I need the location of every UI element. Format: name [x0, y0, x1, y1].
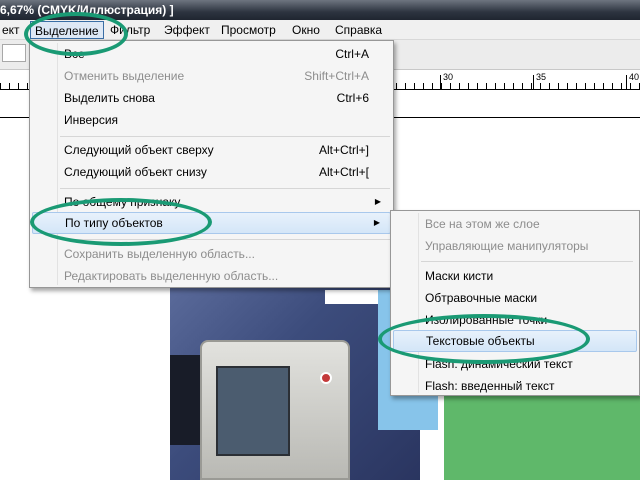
- menu-item-inverse[interactable]: Инверсия: [32, 109, 391, 131]
- menu-item-shortcut: Alt+Ctrl+[: [318, 165, 369, 179]
- annotation-ring-text-objects: [378, 314, 590, 364]
- selection-menu: Все Ctrl+A Отменить выделение Shift+Ctrl…: [29, 40, 394, 288]
- artwork-white-rect[interactable]: [325, 290, 378, 304]
- submenu-arrow-icon: ▶: [373, 218, 380, 227]
- submenu-item-flash-input-text[interactable]: Flash: введенный текст: [393, 375, 637, 397]
- menu-item-shortcut: Ctrl+A: [335, 47, 369, 61]
- annotation-ring-selection-menu: [24, 12, 128, 56]
- menu-item-label: Flash: введенный текст: [425, 379, 555, 393]
- menu-item-label: Управляющие манипуляторы: [425, 239, 589, 253]
- menu-item-shortcut: Ctrl+6: [336, 91, 369, 105]
- menu-item-next-object-below[interactable]: Следующий объект снизу Alt+Ctrl+[: [32, 161, 391, 183]
- ruler-major-tick: [440, 75, 441, 89]
- submenu-item-brush-masks[interactable]: Маски кисти: [393, 265, 637, 287]
- menu-window[interactable]: Окно: [288, 20, 324, 40]
- menu-item-deselect[interactable]: Отменить выделение Shift+Ctrl+A: [32, 65, 391, 87]
- object-type-submenu: Все на этом же слое Управляющие манипуля…: [390, 210, 640, 396]
- toolbar-field[interactable]: [2, 44, 26, 62]
- menu-item-reselect[interactable]: Выделить снова Ctrl+6: [32, 87, 391, 109]
- menu-item-label: Инверсия: [64, 113, 119, 127]
- menu-item-next-object-above[interactable]: Следующий объект сверху Alt+Ctrl+]: [32, 139, 391, 161]
- ruler-label: 30: [443, 72, 454, 82]
- menu-item-label: Следующий объект снизу: [64, 165, 207, 179]
- monitor-image: [200, 340, 350, 480]
- menu-item-label: Выделить снова: [64, 91, 155, 105]
- submenu-item-clipping-masks[interactable]: Обтравочные маски: [393, 287, 637, 309]
- menu-separator: [60, 188, 390, 189]
- menu-help[interactable]: Справка: [331, 20, 386, 40]
- ruler-major-tick: [533, 75, 534, 89]
- menu-item-label: Редактировать выделенную область...: [64, 269, 279, 283]
- ruler-label: 35: [536, 72, 547, 82]
- submenu-arrow-icon: ▶: [374, 197, 381, 206]
- ruler-label: 40: [629, 72, 640, 82]
- submenu-item-same-layer[interactable]: Все на этом же слое: [393, 213, 637, 235]
- menu-item-label: Обтравочные маски: [425, 291, 538, 305]
- submenu-item-direction-handles[interactable]: Управляющие манипуляторы: [393, 235, 637, 257]
- menu-item-shortcut: Shift+Ctrl+A: [304, 69, 369, 83]
- menu-effect[interactable]: Эффект: [160, 20, 214, 40]
- menu-item-edit-selection[interactable]: Редактировать выделенную область...: [32, 265, 391, 287]
- menu-object[interactable]: ект: [0, 20, 24, 40]
- menu-item-label: Отменить выделение: [64, 69, 185, 83]
- menu-item-label: Маски кисти: [425, 269, 494, 283]
- menu-view[interactable]: Просмотр: [217, 20, 280, 40]
- annotation-ring-object-type: [30, 198, 212, 246]
- monitor-screen: [216, 366, 290, 456]
- menu-item-label: Сохранить выделенную область...: [64, 247, 255, 261]
- menu-item-save-selection[interactable]: Сохранить выделенную область...: [32, 243, 391, 265]
- menu-item-label: Следующий объект сверху: [64, 143, 214, 157]
- monitor-logo-icon: [320, 372, 332, 384]
- menu-item-label: Все на этом же слое: [425, 217, 540, 231]
- menu-separator: [421, 261, 633, 262]
- artwork-dark-shape[interactable]: [170, 355, 200, 445]
- artwork-green-rect[interactable]: [444, 390, 640, 480]
- ruler-major-tick: [626, 75, 627, 89]
- menu-separator: [60, 136, 390, 137]
- menu-item-shortcut: Alt+Ctrl+]: [318, 143, 369, 157]
